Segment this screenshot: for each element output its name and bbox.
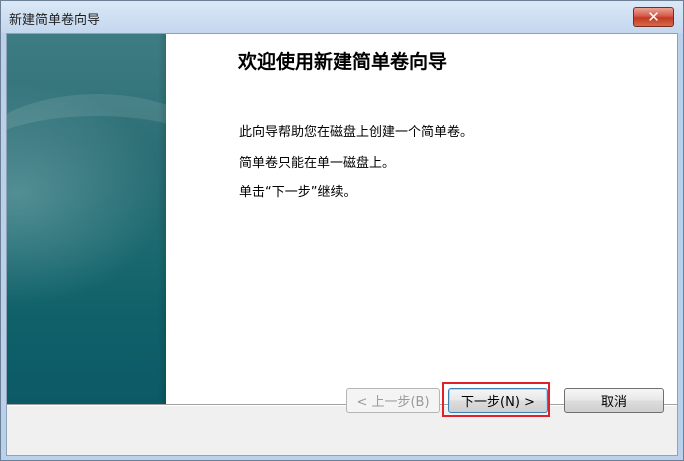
wizard-banner-image xyxy=(7,34,166,404)
window-title: 新建简单卷向导 xyxy=(9,13,101,28)
close-button[interactable]: ✕ xyxy=(633,7,674,27)
title-bar[interactable]: 新建简单卷向导 ✕ xyxy=(1,1,683,33)
wizard-intro-text: 此向导帮助您在磁盘上创建一个简单卷。 xyxy=(239,125,474,140)
next-button-highlight xyxy=(442,382,550,417)
close-icon: ✕ xyxy=(647,8,660,26)
wizard-window: 新建简单卷向导 ✕ 欢迎使用新建简单卷向导 此向导帮助您在磁盘上创建一个简单卷。… xyxy=(0,0,684,461)
wizard-content-panel: 欢迎使用新建简单卷向导 此向导帮助您在磁盘上创建一个简单卷。 简单卷只能在单一磁… xyxy=(166,34,677,404)
back-button[interactable]: < 上一步(B) xyxy=(346,388,440,413)
banner-edge-shade xyxy=(158,34,166,404)
wizard-single-disk-text: 简单卷只能在单一磁盘上。 xyxy=(239,156,396,171)
wizard-heading: 欢迎使用新建简单卷向导 xyxy=(238,51,448,73)
cancel-button[interactable]: 取消 xyxy=(564,388,664,413)
wizard-continue-text: 单击“下一步”继续。 xyxy=(239,185,357,200)
banner-wave-decoration xyxy=(7,94,166,234)
